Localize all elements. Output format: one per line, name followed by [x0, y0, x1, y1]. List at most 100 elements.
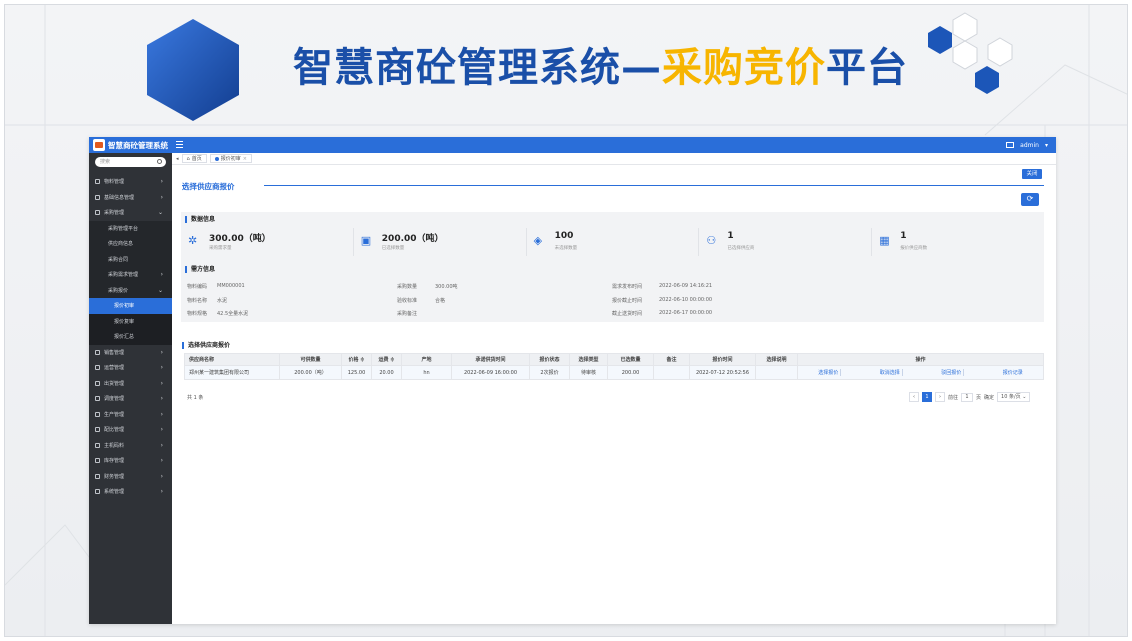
chevron-right-icon: › [160, 472, 163, 480]
table-header-cell: 报价状态 [529, 353, 570, 366]
stat-card: ⚇ 1 已选择供应商 [699, 228, 873, 256]
info-row: 物料规格 42.5全量水泥 采购备注 截止送货时间 2022-06-17 00:00:0… [187, 307, 1037, 321]
chevron-right-icon: › [160, 193, 163, 201]
table-header-cell: 产地 [401, 353, 452, 366]
chevron-right-icon: › [160, 395, 163, 402]
info-value: MM000001 [217, 283, 245, 289]
info-key: 需求发布时间 [612, 284, 643, 290]
select-quote-link[interactable]: 选择报价 [816, 369, 842, 376]
building-icon: ▦ [879, 234, 890, 247]
demand-info-grid: 物料编码 MM000001 采购数量 300.00吨 需求发布时间 2022-06-09 … [187, 280, 1037, 321]
menu-toggle-icon[interactable] [176, 141, 183, 148]
stat-label: 已选择供应商 [727, 246, 755, 251]
users-icon: ⚇ [706, 234, 717, 247]
molecule-icon: ✲ [188, 234, 198, 247]
sidebar-item[interactable]: 采购合同 [89, 251, 172, 267]
info-value: 300.00吨 [435, 284, 458, 290]
gear-icon [95, 194, 100, 200]
table-header-cell: 选择说明 [755, 353, 798, 366]
table-cell-status: 2次报价 [529, 365, 570, 380]
total-count: 共 1 条 [187, 395, 204, 401]
sidebar-item[interactable]: 库存管理 › [89, 453, 172, 469]
sidebar-item[interactable]: 采购管理 ⌄ [89, 205, 172, 221]
sidebar-item-label: 采购报价 [108, 287, 129, 294]
chevron-right-icon: › [160, 178, 163, 185]
search-placeholder: 搜索 [100, 159, 111, 165]
sidebar-item-label: 采购合同 [108, 256, 129, 263]
table-cell-ops: 选择报价 取消选择 驳回报价 报价记录 [797, 365, 1044, 380]
sidebar-item[interactable]: 供应商信息 [89, 236, 172, 252]
info-value: 2022-06-17 00:00:00 [659, 310, 713, 316]
tab-current[interactable]: 报价初审 × [209, 154, 252, 163]
sidebar-item[interactable]: 系统管理 › [89, 484, 172, 500]
sidebar-item[interactable]: 物料管理 › [89, 174, 172, 190]
sidebar-item[interactable]: 出货管理 › [89, 376, 172, 392]
fullscreen-icon[interactable] [1006, 142, 1015, 148]
page-number-button[interactable]: 1 [922, 392, 932, 402]
chevron-right-icon: › [160, 271, 163, 278]
mix-icon [95, 427, 100, 433]
sidebar-item[interactable]: 生产管理 › [89, 407, 172, 423]
close-button[interactable]: 关闭 [1022, 169, 1042, 179]
active-dot-icon [214, 156, 219, 161]
refresh-button[interactable]: ⟳ [1021, 193, 1039, 206]
table-cell-select-type: 待审核 [569, 365, 608, 380]
tab-home[interactable]: ⌂ 首页 [181, 154, 207, 163]
sidebar-item[interactable]: 主机码料 › [89, 438, 172, 454]
sidebar-item[interactable]: 报价汇总 [89, 329, 172, 345]
prev-page-button[interactable]: ‹ [909, 392, 919, 402]
sidebar-item[interactable]: 运营管理 › [89, 360, 172, 376]
sidebar-item-label: 运营管理 [104, 365, 125, 372]
table-cell-select-note [755, 365, 798, 380]
sidebar-item[interactable]: 报价复审 [89, 313, 172, 329]
info-value: 水泥 [217, 297, 228, 304]
sidebar-item-label: 销售管理 [104, 349, 125, 356]
sidebar-item-label: 出货管理 [104, 380, 125, 387]
sidebar-item[interactable]: 财务管理 › [89, 469, 172, 485]
hexagon-logo-icon [147, 19, 239, 121]
sidebar-search-input[interactable]: 搜索 [95, 157, 166, 167]
stat-value: 1 [727, 231, 734, 241]
table-cell-remark [653, 365, 690, 380]
sidebar-item-label: 供应商信息 [108, 241, 134, 248]
stock-icon [95, 458, 100, 464]
chevron-right-icon: › [160, 441, 163, 449]
sidebar-item[interactable]: 销售管理 › [89, 345, 172, 361]
quote-history-link[interactable]: 报价记录 [1001, 369, 1025, 376]
stats-row: ✲ 300.00（吨） 采购需求量 ▣ 200.00（吨） 已选择数量 ◈ 100 未选择数量 ⚇… [181, 228, 1044, 256]
sidebar-item-label: 报价复审 [114, 318, 135, 325]
tab-bar: ◂ ⌂ 首页 报价初审 × [172, 153, 1056, 165]
sidebar-item[interactable]: 报价初审 [89, 298, 172, 314]
sidebar-item[interactable]: 采购管理平台 [89, 220, 172, 236]
pagination: ‹ 1 › 前往 1 页 确定 10 条/页 ⌄ [909, 392, 1031, 402]
home-icon: ⌂ [186, 155, 190, 162]
page-size-select[interactable]: 10 条/页 ⌄ [997, 392, 1031, 402]
chevron-down-icon[interactable]: ▾ [1045, 142, 1048, 149]
next-page-button[interactable]: › [935, 392, 945, 402]
goto-page-input[interactable]: 1 [961, 392, 974, 402]
goto-confirm-button[interactable]: 确定 [984, 394, 994, 401]
system-icon [95, 489, 100, 495]
sidebar: 搜索 物料管理 › 基础信息管理 › 采购管理 ⌄ 采购管理平台供应商信息采购合同采购需求管… [89, 153, 172, 624]
sidebar-item-label: 系统管理 [104, 489, 125, 496]
tab-home-label: 首页 [191, 155, 202, 162]
info-value: 合格 [435, 297, 446, 304]
sidebar-item[interactable]: 采购报价 ⌄ [89, 282, 172, 298]
quotes-table: 供应商名称 可供数量 价格 ≑ 运费 ≑ 产地 承诺供货时间 报价状态 选择类型 已选数量 备注报… [184, 353, 1044, 380]
sales-icon [95, 349, 100, 355]
tab-close-icon[interactable]: × [243, 155, 247, 163]
sidebar-item[interactable]: 采购需求管理 › [89, 267, 172, 283]
tab-back-icon[interactable]: ◂ [176, 156, 179, 162]
sidebar-item[interactable]: 配比管理 › [89, 422, 172, 438]
tab-current-label: 报价初审 [220, 155, 241, 162]
sidebar-item[interactable]: 调度管理 › [89, 391, 172, 407]
table-header-cell: 备注 [653, 353, 690, 366]
info-key: 采购数量 [397, 284, 418, 290]
search-icon[interactable] [157, 159, 162, 164]
info-key: 物料规格 [187, 311, 208, 317]
user-menu[interactable]: admin [1020, 142, 1039, 149]
sidebar-item-label: 配比管理 [104, 427, 125, 434]
sidebar-item[interactable]: 基础信息管理 › [89, 190, 172, 206]
cancel-select-link[interactable]: 取消选择 [878, 369, 903, 376]
reject-quote-link[interactable]: 驳回报价 [939, 369, 965, 376]
